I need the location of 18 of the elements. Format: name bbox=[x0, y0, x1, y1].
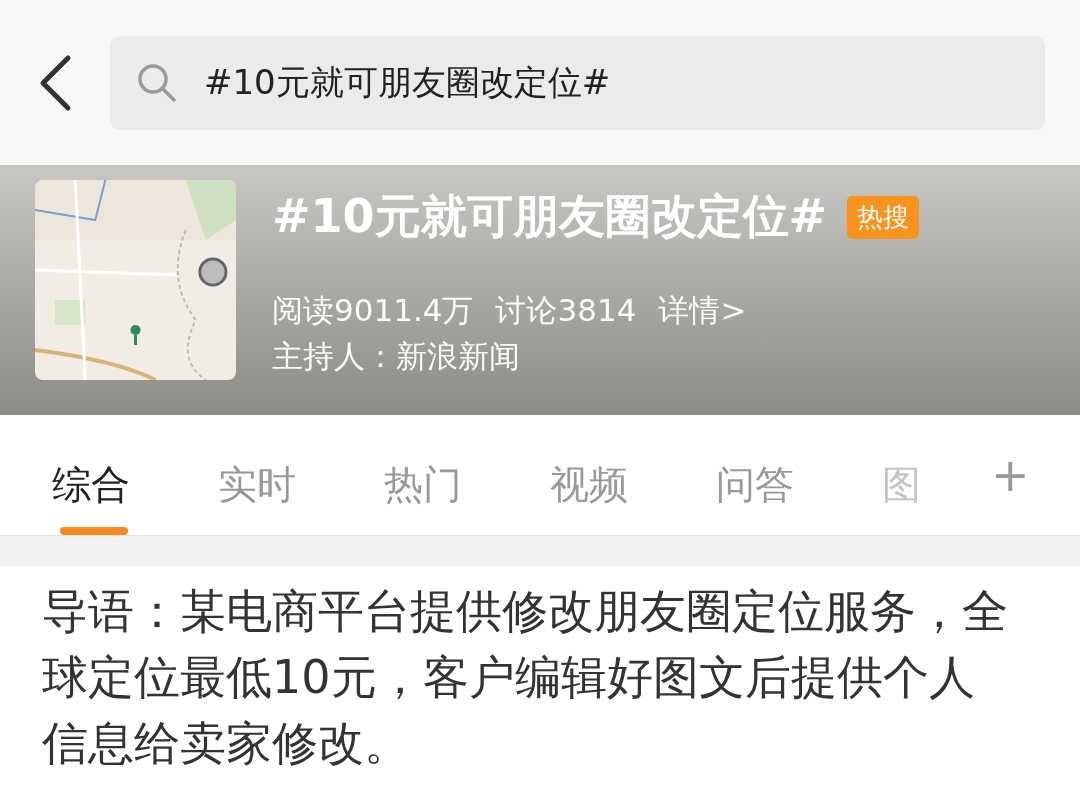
back-icon[interactable] bbox=[38, 53, 72, 112]
host-label: 主持人：新浪新闻 bbox=[272, 337, 520, 376]
hot-search-badge: 热搜 bbox=[847, 195, 920, 239]
tab[interactable]: 图 bbox=[882, 440, 921, 535]
search-field[interactable]: #10元就可朋友圈改定位# bbox=[110, 35, 1045, 130]
tab[interactable]: 问答 bbox=[716, 440, 794, 535]
tab[interactable]: 综合 bbox=[52, 440, 130, 535]
tab[interactable]: 实时 bbox=[218, 440, 296, 535]
intro-paragraph: 导语：某电商平台提供修改朋友圈定位服务，全球定位最低10元，客户编辑好图文后提供个人信息给卖家修改。 bbox=[41, 583, 1009, 772]
details-link[interactable]: 详情> bbox=[658, 290, 747, 332]
discussion-count: 讨论3814 bbox=[495, 291, 637, 330]
tab[interactable]: 热门 bbox=[384, 440, 462, 535]
search-icon bbox=[136, 61, 178, 104]
read-count: 阅读9011.4万 bbox=[272, 291, 474, 330]
tab[interactable]: 视频 bbox=[550, 440, 628, 535]
search-query[interactable]: #10元就可朋友圈改定位# bbox=[202, 61, 1019, 104]
add-tab-button[interactable]: + bbox=[991, 448, 1030, 502]
topic-title: #10元就可朋友圈改定位# bbox=[272, 188, 828, 245]
